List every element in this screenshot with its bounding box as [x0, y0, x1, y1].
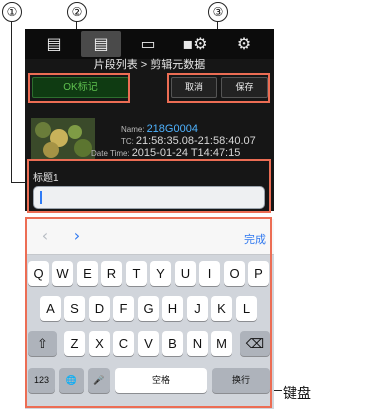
- highlight-title-field: [27, 159, 271, 213]
- camera-settings-icon[interactable]: ▪⚙: [175, 31, 215, 57]
- callout-2: ②: [67, 2, 87, 22]
- flowers-image: [31, 118, 95, 160]
- highlight-ok-mark: [28, 73, 130, 103]
- leader-line-1-vertical: [11, 21, 12, 183]
- clip-tc-value: 21:58:35.08-21:58:40.07: [135, 135, 256, 147]
- highlight-cancel-save: [167, 73, 270, 103]
- callout-1: ①: [2, 2, 22, 22]
- preview-icon[interactable]: ▭: [128, 31, 168, 57]
- clip-metadata-icon[interactable]: ▤: [81, 31, 121, 57]
- clip-name-value: 218G0004: [146, 123, 198, 135]
- settings-icon[interactable]: ⚙: [224, 31, 264, 57]
- clip-datetime-value: 2015-01-24 T14:47:15: [131, 147, 241, 159]
- callout-3: ③: [208, 2, 228, 22]
- clip-name-row: Name: 218G0004: [121, 123, 198, 135]
- clip-datetime-row: Date Time: 2015-01-24 T14:47:15: [91, 147, 240, 159]
- highlight-keyboard: [25, 217, 272, 408]
- clip-thumbnail: [31, 118, 95, 160]
- clip-datetime-label: Date Time:: [91, 149, 130, 158]
- breadcrumb: 片段列表 > 剪辑元数据: [93, 59, 206, 71]
- clip-tc-row: TC: 21:58:35.08-21:58:40.07: [121, 135, 256, 147]
- keyboard-caption: 键盘: [283, 385, 311, 401]
- clip-tc-label: TC:: [121, 137, 134, 146]
- top-toolbar: ▤ ▤ ▭ ▪⚙ ⚙: [25, 29, 274, 59]
- clip-name-label: Name:: [121, 125, 145, 134]
- clip-list-icon[interactable]: ▤: [34, 31, 74, 57]
